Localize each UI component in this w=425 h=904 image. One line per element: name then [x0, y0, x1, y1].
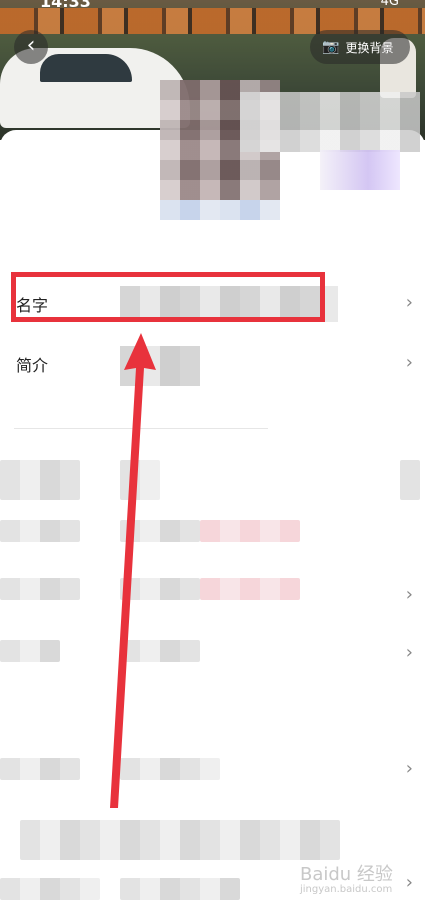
row-label-bio: 简介: [16, 356, 49, 375]
blur-value-row9: [120, 878, 240, 900]
annotation-highlight-box: [11, 272, 325, 322]
section-divider: [14, 428, 268, 429]
blur-label-row7: [0, 758, 80, 780]
chevron-right-icon: ›: [405, 352, 413, 373]
blur-value-row5-a: [120, 578, 200, 600]
row-value-bio-mosaic: [120, 346, 200, 386]
profile-panel: [0, 130, 425, 904]
blur-value-row6: [120, 640, 200, 662]
chevron-right-icon: ›: [405, 642, 413, 663]
blur-chevron-row3: [400, 460, 420, 500]
back-button[interactable]: ‹: [14, 30, 48, 64]
blur-label-row9: [0, 878, 100, 900]
profile-id-mosaic: [160, 200, 280, 220]
cover-car-window: [40, 54, 132, 82]
watermark-subtitle: jingyan.baidu.com: [300, 884, 393, 895]
status-network: 4G: [380, 0, 399, 9]
blur-row8: [20, 820, 340, 860]
blur-label-row4: [0, 520, 80, 542]
profile-row-bio[interactable]: 简介 ›: [0, 334, 425, 394]
camera-icon: 📷: [322, 39, 340, 55]
blur-label-row5: [0, 578, 80, 600]
profile-badge-blur: [320, 150, 400, 190]
blur-label-row6: [0, 640, 60, 662]
chevron-right-icon: ›: [405, 758, 413, 779]
chevron-left-icon: ‹: [26, 33, 36, 58]
blur-value-row4-b: [200, 520, 300, 542]
watermark-title: Baidu 经验: [300, 864, 393, 885]
blur-value-row4-a: [120, 520, 200, 542]
chevron-right-icon: ›: [405, 872, 413, 893]
blur-label-row3: [0, 460, 80, 500]
status-time: 14:33: [40, 0, 91, 11]
status-bar: 14:33 4G: [0, 0, 425, 14]
chevron-right-icon: ›: [405, 584, 413, 605]
chevron-right-icon: ›: [405, 292, 413, 313]
blur-value-row7: [120, 758, 220, 780]
profile-header-mosaic: [240, 92, 420, 152]
change-background-button[interactable]: 📷 更换背景: [310, 30, 410, 64]
watermark: Baidu 经验 jingyan.baidu.com: [300, 860, 393, 895]
blur-value-row3: [120, 460, 160, 500]
blur-value-row5-b: [200, 578, 300, 600]
change-background-label: 更换背景: [345, 40, 394, 55]
